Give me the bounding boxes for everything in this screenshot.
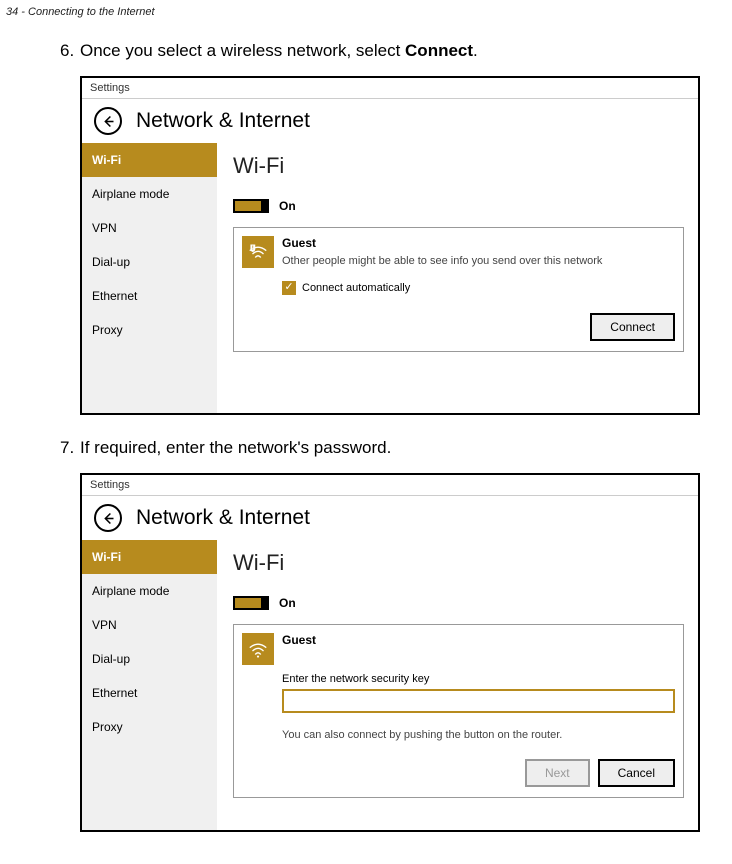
step-6-text-a: Once you select a wireless network, sele… [80, 41, 405, 60]
svg-text:!: ! [252, 245, 254, 251]
wifi-icon [242, 633, 274, 665]
sidebar-item-airplane[interactable]: Airplane mode [82, 574, 217, 608]
sidebar-item-ethernet[interactable]: Ethernet [82, 676, 217, 710]
step-6-number: 6. [60, 40, 80, 62]
connect-button[interactable]: Connect [590, 313, 675, 341]
step-7: 7.If required, enter the network's passw… [60, 437, 696, 459]
settings-header: Network & Internet [82, 496, 698, 540]
screenshot-2: Settings Network & Internet Wi-Fi Airpla… [80, 473, 700, 832]
network-card[interactable]: ! Guest Other people might be able to se… [233, 227, 684, 352]
wifi-toggle[interactable] [233, 199, 269, 213]
sidebar-item-airplane[interactable]: Airplane mode [82, 177, 217, 211]
main-title: Wi-Fi [233, 153, 684, 179]
connect-auto-label: Connect automatically [302, 282, 410, 294]
settings-header-title: Network & Internet [136, 109, 310, 133]
back-button[interactable] [94, 504, 122, 532]
network-name: Guest [282, 633, 675, 647]
back-arrow-icon [101, 114, 116, 129]
sidebar-item-proxy[interactable]: Proxy [82, 710, 217, 744]
security-key-input[interactable] [282, 689, 675, 713]
page-header: 34 - Connecting to the Internet [0, 0, 732, 32]
sidebar-item-ethernet[interactable]: Ethernet [82, 279, 217, 313]
cancel-button[interactable]: Cancel [598, 759, 675, 787]
step-6-bold: Connect [405, 41, 473, 60]
network-description: Other people might be able to see info y… [282, 254, 675, 269]
sidebar-item-vpn[interactable]: VPN [82, 608, 217, 642]
step-6-text-b: . [473, 41, 478, 60]
toggle-knob [261, 596, 269, 610]
settings-sidebar: Wi-Fi Airplane mode VPN Dial-up Ethernet… [82, 540, 217, 830]
router-note: You can also connect by pushing the butt… [282, 729, 675, 741]
sidebar-item-proxy[interactable]: Proxy [82, 313, 217, 347]
connect-auto-checkbox[interactable]: ✓ [282, 281, 296, 295]
toggle-knob [261, 199, 269, 213]
wifi-toggle-label: On [279, 596, 296, 610]
settings-header-title: Network & Internet [136, 506, 310, 530]
titlebar: Settings [82, 475, 698, 496]
step-7-number: 7. [60, 437, 80, 459]
next-button[interactable]: Next [525, 759, 590, 787]
screenshot-1: Settings Network & Internet Wi-Fi Airpla… [80, 76, 700, 415]
titlebar: Settings [82, 78, 698, 99]
settings-main: Wi-Fi On ! [217, 143, 698, 413]
wifi-toggle[interactable] [233, 596, 269, 610]
network-card[interactable]: Guest Enter the network security key You… [233, 624, 684, 798]
settings-header: Network & Internet [82, 99, 698, 143]
step-7-text: If required, enter the network's passwor… [80, 438, 391, 457]
sidebar-item-wifi[interactable]: Wi-Fi [82, 143, 217, 177]
back-button[interactable] [94, 107, 122, 135]
back-arrow-icon [101, 511, 116, 526]
wifi-toggle-label: On [279, 199, 296, 213]
security-key-label: Enter the network security key [282, 673, 675, 685]
step-6: 6.Once you select a wireless network, se… [60, 40, 696, 62]
sidebar-item-vpn[interactable]: VPN [82, 211, 217, 245]
main-title: Wi-Fi [233, 550, 684, 576]
wifi-toggle-row: On [233, 199, 684, 213]
settings-main: Wi-Fi On [217, 540, 698, 830]
check-icon: ✓ [284, 282, 293, 293]
sidebar-item-dialup[interactable]: Dial-up [82, 245, 217, 279]
wifi-toggle-row: On [233, 596, 684, 610]
sidebar-item-wifi[interactable]: Wi-Fi [82, 540, 217, 574]
sidebar-item-dialup[interactable]: Dial-up [82, 642, 217, 676]
network-name: Guest [282, 236, 675, 250]
wifi-shield-icon: ! [242, 236, 274, 268]
settings-sidebar: Wi-Fi Airplane mode VPN Dial-up Ethernet… [82, 143, 217, 413]
